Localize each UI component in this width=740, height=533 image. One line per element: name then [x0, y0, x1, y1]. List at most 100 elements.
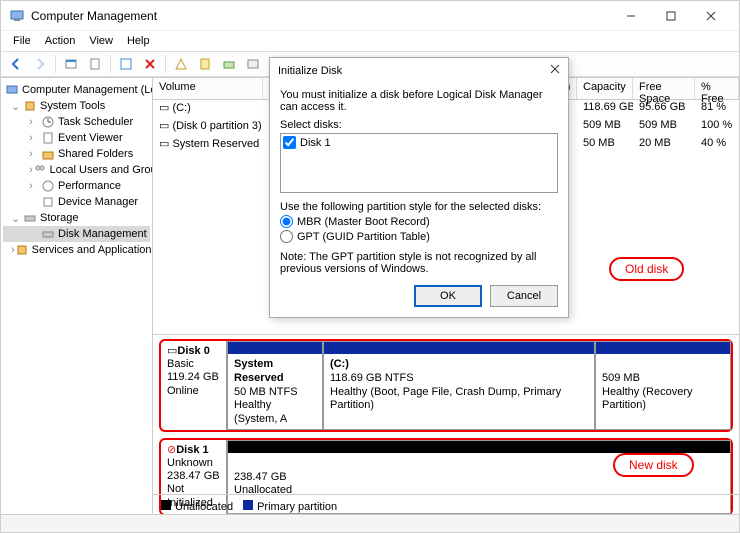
vol-cap: 509 MB — [577, 118, 633, 136]
mbr-radio-input[interactable] — [280, 215, 293, 228]
disk-name: Disk 0 — [177, 345, 209, 357]
tree-pane: Computer Management (Local ⌄System Tools… — [1, 78, 153, 514]
vol-cap: 50 MB — [577, 136, 633, 154]
part-size: 50 MB NTFS — [234, 386, 298, 398]
maximize-button[interactable] — [651, 2, 691, 30]
tb-btn-6[interactable] — [194, 53, 216, 75]
close-button[interactable] — [691, 2, 731, 30]
ok-button[interactable]: OK — [414, 285, 482, 307]
delete-button[interactable] — [139, 53, 161, 75]
vol-pct: 81 % — [695, 100, 739, 118]
drive-icon: ▭ — [159, 120, 172, 132]
tree-storage[interactable]: ⌄Storage — [3, 210, 150, 226]
tree-task-scheduler[interactable]: ›Task Scheduler — [3, 114, 150, 130]
gpt-label: GPT (GUID Partition Table) — [297, 231, 430, 243]
tree-root[interactable]: Computer Management (Local — [3, 82, 150, 98]
disk-area: ▭Disk 0 Basic 119.24 GB Online System Re… — [153, 334, 739, 514]
tree-event-viewer[interactable]: ›Event Viewer — [3, 130, 150, 146]
disk0-box[interactable]: ▭Disk 0 Basic 119.24 GB Online System Re… — [159, 339, 733, 432]
disk-size: 119.24 GB — [167, 371, 219, 383]
cancel-button[interactable]: Cancel — [490, 285, 558, 307]
back-button[interactable] — [5, 53, 27, 75]
tree-label: Storage — [40, 212, 79, 224]
tree-device-manager[interactable]: Device Manager — [3, 194, 150, 210]
disk-type: Unknown — [167, 457, 213, 469]
tree-root-label: Computer Management (Local — [22, 84, 153, 96]
col-pct[interactable]: % Free — [695, 78, 739, 99]
tree-label: Device Manager — [58, 196, 138, 208]
forward-button[interactable] — [29, 53, 51, 75]
initialize-disk-dialog: Initialize Disk You must initialize a di… — [269, 57, 569, 318]
disk1-label: Disk 1 — [300, 137, 331, 149]
refresh-button[interactable] — [115, 53, 137, 75]
disk-type: Basic — [167, 358, 194, 370]
gpt-radio-input[interactable] — [280, 230, 293, 243]
vol-free: 95.66 GB — [633, 100, 695, 118]
warning-icon: ⊘ — [167, 444, 176, 456]
tree-performance[interactable]: ›Performance — [3, 178, 150, 194]
legend: Unallocated Primary partition — [153, 494, 739, 514]
legend-primary-label: Primary partition — [257, 501, 337, 513]
tree-disk-management[interactable]: Disk Management — [3, 226, 150, 242]
disk1-checkbox[interactable] — [283, 136, 296, 149]
callout-new-disk: New disk — [613, 453, 694, 477]
col-free[interactable]: Free Space — [633, 78, 695, 99]
part-title: (C:) — [330, 358, 349, 370]
app-icon — [9, 8, 25, 24]
legend-unalloc-label: Unallocated — [175, 501, 233, 513]
properties-button[interactable] — [84, 53, 106, 75]
tb-btn-8[interactable] — [242, 53, 264, 75]
minimize-button[interactable] — [611, 2, 651, 30]
partition-c[interactable]: (C:) 118.69 GB NTFS Healthy (Boot, Page Fi… — [323, 341, 595, 430]
statusbar — [1, 514, 739, 532]
swatch-primary — [243, 500, 253, 510]
drive-icon: ▭ — [159, 138, 172, 150]
dialog-close-button[interactable] — [550, 64, 560, 77]
tree-services[interactable]: ›Services and Applications — [3, 242, 150, 258]
tb-btn-5[interactable] — [170, 53, 192, 75]
dialog-note: Note: The GPT partition style is not rec… — [280, 251, 558, 275]
tree-label: Disk Management — [58, 228, 147, 240]
disk-list-item[interactable]: Disk 1 — [283, 136, 555, 149]
tb-btn-7[interactable] — [218, 53, 240, 75]
part-status: Healthy (Recovery Partition) — [602, 386, 692, 412]
mbr-radio[interactable]: MBR (Master Boot Record) — [280, 215, 558, 228]
partition-system-reserved[interactable]: System Reserved 50 MB NTFSHealthy (System… — [227, 341, 323, 430]
vol-cap: 118.69 GB — [577, 100, 633, 118]
tree-local-users[interactable]: ›Local Users and Groups — [3, 162, 150, 178]
part-title: System Reserved — [234, 358, 284, 384]
dialog-title: Initialize Disk — [278, 65, 342, 77]
gpt-radio[interactable]: GPT (GUID Partition Table) — [280, 230, 558, 243]
partition-recovery[interactable]: 509 MBHealthy (Recovery Partition) — [595, 341, 731, 430]
callout-old-disk: Old disk — [609, 257, 684, 281]
vol-name: (C:) — [172, 102, 190, 114]
vol-free: 509 MB — [633, 118, 695, 136]
tree-label: Services and Applications — [32, 244, 153, 256]
window-title: Computer Management — [31, 9, 611, 23]
menu-file[interactable]: File — [7, 33, 37, 49]
disk0-label: ▭Disk 0 Basic 119.24 GB Online — [161, 341, 227, 430]
part-status: Healthy (System, A — [234, 399, 287, 425]
menu-action[interactable]: Action — [39, 33, 82, 49]
part-size: 238.47 GB — [234, 471, 287, 483]
vol-free: 20 MB — [633, 136, 695, 154]
up-button[interactable] — [60, 53, 82, 75]
col-capacity[interactable]: Capacity — [577, 78, 633, 99]
tree-label: Performance — [58, 180, 121, 192]
mbr-label: MBR (Master Boot Record) — [297, 216, 430, 228]
partition-style-label: Use the following partition style for th… — [280, 201, 558, 213]
tree-system-tools[interactable]: ⌄System Tools — [3, 98, 150, 114]
part-size: 118.69 GB NTFS — [330, 372, 414, 384]
dialog-select-label: Select disks: — [280, 119, 558, 131]
vol-name: System Reserved — [172, 138, 259, 150]
tree-label: System Tools — [40, 100, 105, 112]
menu-view[interactable]: View — [83, 33, 119, 49]
swatch-unallocated — [161, 500, 171, 510]
vol-name: (Disk 0 partition 3) — [172, 120, 261, 132]
col-volume[interactable]: Volume — [153, 78, 263, 99]
menubar: File Action View Help — [1, 31, 739, 51]
part-status: Healthy (Boot, Page File, Crash Dump, Pr… — [330, 386, 561, 412]
disk-list[interactable]: Disk 1 — [280, 133, 558, 193]
tree-shared-folders[interactable]: ›Shared Folders — [3, 146, 150, 162]
menu-help[interactable]: Help — [121, 33, 156, 49]
